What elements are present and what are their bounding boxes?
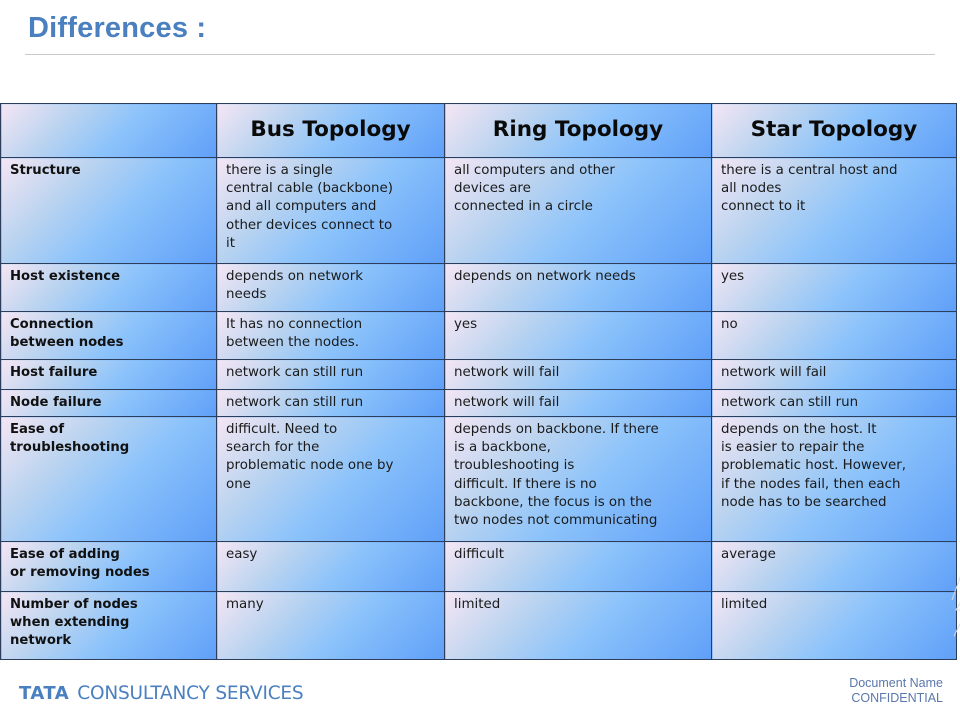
table-row: Host existence depends on network needs d… (0, 263, 957, 312)
document-meta: Document Name CONFIDENTIAL (849, 676, 943, 706)
cell-ring: depends on backbone. If there is a backbo… (444, 416, 712, 542)
row-label: Connection between nodes (0, 311, 217, 360)
table-row: Ease of troubleshooting difficult. Need t… (0, 416, 957, 542)
table-row: Node failure network can still run netwo… (0, 389, 957, 417)
table-row: Host failure network can still run netwo… (0, 359, 957, 390)
cell-bus: difficult. Need to search for the problema… (216, 416, 445, 542)
table-row: Structure there is a single central cable… (0, 157, 957, 264)
topology-comparison-table: Bus Topology Ring Topology Star Topology… (0, 103, 957, 660)
title-divider (25, 54, 935, 55)
cell-ring: yes (444, 311, 712, 360)
cell-bus: depends on network needs (216, 263, 445, 312)
table-row: Ease of adding or removing nodes easy dif… (0, 541, 957, 592)
cell-star: limited (711, 591, 957, 660)
cell-bus: network can still run (216, 359, 445, 390)
cell-ring: depends on network needs (444, 263, 712, 312)
cell-star: yes (711, 263, 957, 312)
cell-star: depends on the host. It is easier to repa… (711, 416, 957, 542)
cell-star: no (711, 311, 957, 360)
row-label: Node failure (0, 389, 217, 417)
cell-star: network will fail (711, 359, 957, 390)
company-logo: TATA CONSULTANCY SERVICES (19, 683, 304, 704)
row-label: Host existence (0, 263, 217, 312)
row-label: Ease of troubleshooting (0, 416, 217, 542)
row-label: Structure (0, 157, 217, 264)
cell-bus: network can still run (216, 389, 445, 417)
cell-ring: difficult (444, 541, 712, 592)
header-cell-empty (0, 103, 217, 158)
cell-ring: network will fail (444, 389, 712, 417)
row-label: Number of nodes when extending network (0, 591, 217, 660)
row-label: Host failure (0, 359, 217, 390)
cell-ring: limited (444, 591, 712, 660)
cell-star: there is a central host and all nodes conn… (711, 157, 957, 264)
logo-text: CONSULTANCY SERVICES (77, 683, 304, 704)
table-row: Number of nodes when extending network man… (0, 591, 957, 660)
header-cell-bus: Bus Topology (216, 103, 445, 158)
cell-bus: easy (216, 541, 445, 592)
row-label: Ease of adding or removing nodes (0, 541, 217, 592)
table-row: Connection between nodes It has no connec… (0, 311, 957, 360)
cell-star: average (711, 541, 957, 592)
document-name: Document Name (849, 676, 943, 690)
header-row: Bus Topology Ring Topology Star Topology (0, 103, 957, 158)
cell-ring: all computers and other devices are connec… (444, 157, 712, 264)
cell-ring: network will fail (444, 359, 712, 390)
header-cell-star: Star Topology (711, 103, 957, 158)
logo-mark: TATA (19, 683, 70, 704)
slide-title: Differences : (28, 12, 207, 44)
cell-bus: there is a single central cable (backbone… (216, 157, 445, 264)
cell-bus: It has no connection between the nodes. (216, 311, 445, 360)
decorative-background-shape-icon (951, 576, 960, 637)
header-cell-ring: Ring Topology (444, 103, 712, 158)
cell-star: network can still run (711, 389, 957, 417)
confidential-label: CONFIDENTIAL (851, 691, 943, 705)
cell-bus: many (216, 591, 445, 660)
